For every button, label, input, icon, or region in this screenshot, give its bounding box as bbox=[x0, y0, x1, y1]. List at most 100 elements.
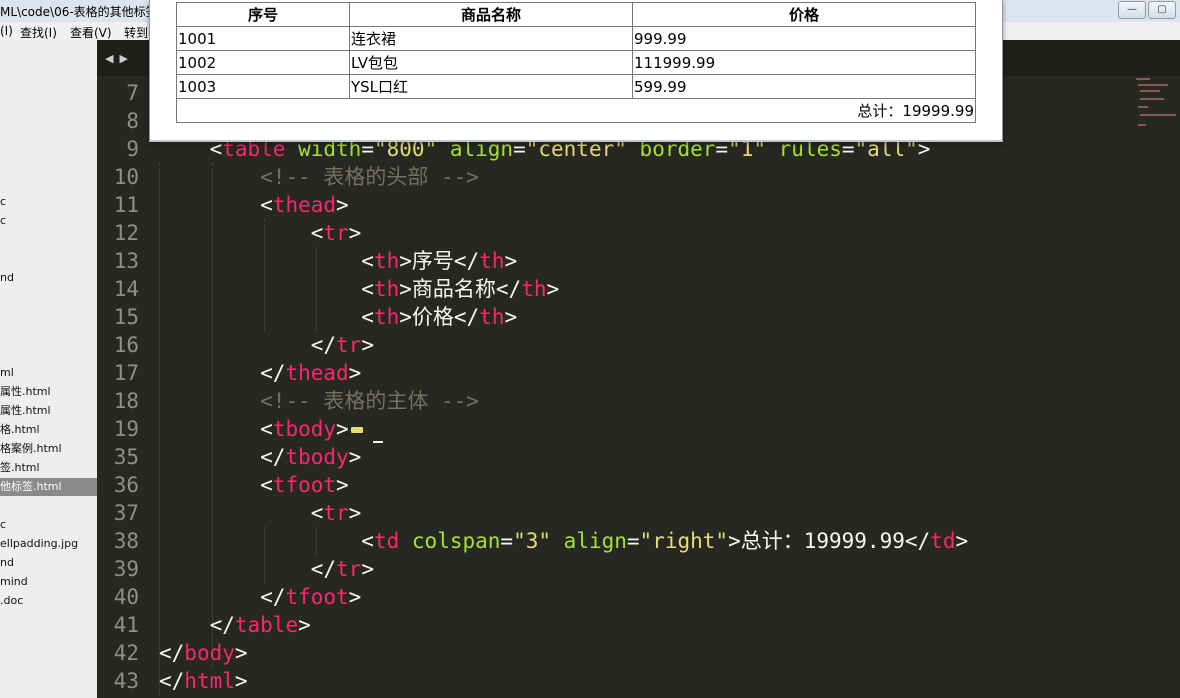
window-controls: — ▢ bbox=[1118, 1, 1176, 19]
sidebar-item[interactable]: 属性.html bbox=[0, 402, 51, 420]
table-cell: 111999.99 bbox=[632, 50, 976, 75]
menu-item-partial[interactable]: (I) bbox=[0, 24, 13, 38]
line-number: 36 bbox=[113, 473, 139, 497]
sidebar-item[interactable]: nd bbox=[0, 269, 14, 287]
line-number: 18 bbox=[113, 389, 139, 413]
code-line-15[interactable]: <th>价格</th> bbox=[159, 303, 517, 331]
sidebar-item[interactable]: 格案例.html bbox=[0, 440, 62, 458]
tab-scroll-arrows-icon[interactable]: ◀▶ bbox=[105, 52, 134, 65]
table-row: 1003 YSL口红 599.99 bbox=[176, 74, 976, 99]
sidebar-item[interactable]: ml bbox=[0, 364, 14, 382]
menu-item-goto[interactable]: 转到 bbox=[124, 24, 148, 41]
sidebar-item[interactable]: c bbox=[0, 193, 6, 211]
code-line-39[interactable]: </tr> bbox=[159, 555, 374, 583]
code-line-10[interactable]: <!-- 表格的头部 --> bbox=[159, 163, 479, 191]
table-cell: 1001 bbox=[176, 26, 350, 51]
code-line-37[interactable]: <tr> bbox=[159, 499, 362, 527]
table-cell: 999.99 bbox=[632, 26, 976, 51]
sidebar-item[interactable]: c bbox=[0, 516, 6, 534]
sidebar-item[interactable]: nd bbox=[0, 554, 14, 572]
line-number: 15 bbox=[113, 305, 139, 329]
code-line-11[interactable]: <thead> bbox=[159, 191, 349, 219]
line-number: 16 bbox=[113, 333, 139, 357]
sidebar-item[interactable]: 格.html bbox=[0, 421, 40, 439]
code-line-13[interactable]: <th>序号</th> bbox=[159, 247, 517, 275]
code-line-40[interactable]: </tfoot> bbox=[159, 583, 361, 611]
minimize-button[interactable]: — bbox=[1118, 1, 1146, 19]
code-line-41[interactable]: </table> bbox=[159, 611, 311, 639]
line-number: 7 bbox=[126, 81, 139, 105]
sidebar-file-tree: c c nd ml 属性.html 属性.html 格.html 格案例.htm… bbox=[0, 40, 98, 698]
maximize-button[interactable]: ▢ bbox=[1148, 1, 1176, 19]
line-number: 17 bbox=[113, 361, 139, 385]
table-header-cell: 序号 bbox=[176, 2, 350, 27]
minimap-line bbox=[1138, 106, 1148, 108]
minimap-line bbox=[1138, 84, 1168, 86]
table-cell: 1003 bbox=[176, 74, 350, 99]
text-cursor bbox=[372, 441, 383, 443]
table-cell: 599.99 bbox=[632, 74, 976, 99]
line-number: 43 bbox=[113, 669, 139, 693]
td-text: 总计：19999.99 bbox=[740, 529, 905, 553]
comment-text: <!-- 表格的主体 --> bbox=[260, 389, 479, 413]
table-header-cell: 价格 bbox=[632, 2, 976, 27]
table-row: 1001 连衣裙 999.99 bbox=[176, 26, 976, 51]
code-line-43[interactable]: </html> bbox=[159, 667, 248, 695]
line-number: 41 bbox=[113, 613, 139, 637]
sidebar-item[interactable]: 属性.html bbox=[0, 383, 51, 401]
sidebar-item[interactable]: mind bbox=[0, 573, 28, 591]
line-number: 13 bbox=[113, 249, 139, 273]
minimap-line bbox=[1138, 124, 1146, 126]
minimap-line bbox=[1140, 90, 1160, 92]
th-text: 商品名称 bbox=[411, 277, 496, 301]
menu-item-find[interactable]: 查找(I) bbox=[20, 24, 57, 41]
comment-text: <!-- 表格的头部 --> bbox=[260, 165, 479, 189]
table-cell: LV包包 bbox=[349, 50, 633, 75]
sidebar-item[interactable]: c bbox=[0, 212, 6, 230]
sidebar-item[interactable]: .doc bbox=[0, 592, 23, 610]
line-number: 42 bbox=[113, 641, 139, 665]
line-number: 38 bbox=[113, 529, 139, 553]
minimap-line bbox=[1140, 98, 1164, 100]
table-cell: 连衣裙 bbox=[349, 26, 633, 51]
sidebar-item-active[interactable]: 他标签.html bbox=[0, 478, 97, 496]
code-line-36[interactable]: <tfoot> bbox=[159, 471, 349, 499]
code-line-19[interactable]: <tbody> bbox=[159, 415, 383, 443]
code-line-12[interactable]: <tr> bbox=[159, 219, 362, 247]
table-header-cell: 商品名称 bbox=[349, 2, 633, 27]
table-header-row: 序号 商品名称 价格 bbox=[176, 2, 976, 27]
table-row: 1002 LV包包 111999.99 bbox=[176, 50, 976, 75]
fold-marker-icon[interactable] bbox=[350, 427, 363, 433]
browser-preview-window: 序号 商品名称 价格 1001 连衣裙 999.99 1002 LV包包 111… bbox=[149, 0, 1003, 142]
code-editor[interactable]: 7 8 9 10 11 12 13 14 15 16 17 18 19 35 3… bbox=[97, 76, 1180, 698]
minimap-line bbox=[1136, 78, 1150, 80]
line-number: 8 bbox=[126, 109, 139, 133]
line-number: 9 bbox=[126, 137, 139, 161]
code-line-35[interactable]: </tbody> bbox=[159, 443, 361, 471]
th-text: 价格 bbox=[411, 305, 454, 329]
code-line-17[interactable]: </thead> bbox=[159, 359, 361, 387]
code-line-16[interactable]: </tr> bbox=[159, 331, 374, 359]
table-footer-total: 总计：19999.99 bbox=[176, 98, 976, 123]
preview-table: 序号 商品名称 价格 1001 连衣裙 999.99 1002 LV包包 111… bbox=[176, 2, 976, 123]
table-cell: 1002 bbox=[176, 50, 350, 75]
menu-item-view[interactable]: 查看(V) bbox=[70, 24, 112, 41]
line-number: 11 bbox=[113, 193, 139, 217]
line-number: 37 bbox=[113, 501, 139, 525]
line-number: 40 bbox=[113, 585, 139, 609]
sidebar-item[interactable]: ellpadding.jpg bbox=[0, 535, 78, 553]
table-cell: YSL口红 bbox=[349, 74, 633, 99]
minimap[interactable] bbox=[1134, 76, 1180, 136]
line-number: 10 bbox=[113, 165, 139, 189]
th-text: 序号 bbox=[411, 249, 454, 273]
code-line-14[interactable]: <th>商品名称</th> bbox=[159, 275, 559, 303]
code-line-38[interactable]: <td colspan="3" align="right">总计：19999.9… bbox=[159, 527, 968, 555]
sidebar-item[interactable]: 签.html bbox=[0, 459, 40, 477]
line-number: 12 bbox=[113, 221, 139, 245]
code-line-18[interactable]: <!-- 表格的主体 --> bbox=[159, 387, 479, 415]
line-number: 19 bbox=[113, 417, 139, 441]
code-line-42[interactable]: </body> bbox=[159, 639, 248, 667]
line-number: 35 bbox=[113, 445, 139, 469]
minimap-line bbox=[1140, 114, 1176, 116]
line-number: 14 bbox=[113, 277, 139, 301]
